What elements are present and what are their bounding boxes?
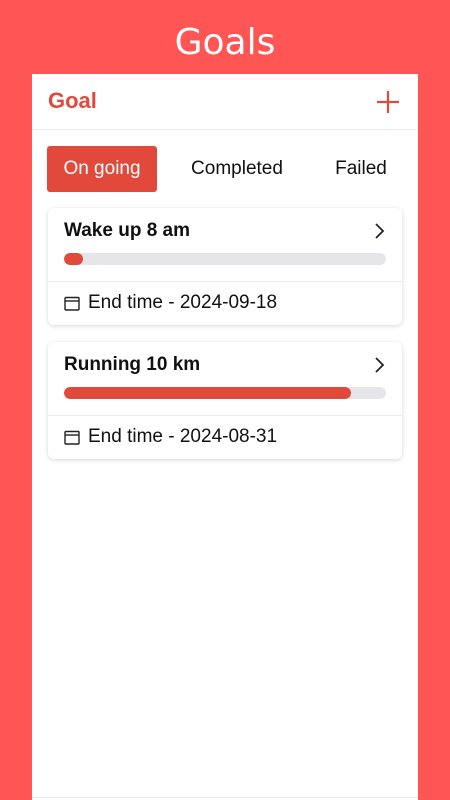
status-tabs: On going Completed Failed (47, 146, 403, 192)
progress-bar (64, 253, 386, 265)
progress-bar (64, 387, 386, 399)
calendar-icon (64, 296, 80, 311)
screen-title: Goals (174, 22, 276, 63)
chevron-right-icon (375, 357, 385, 373)
end-time-row: End time - 2024-09-18 (64, 290, 277, 316)
tab-completed[interactable]: Completed (179, 146, 295, 192)
progress-fill (64, 387, 351, 399)
calendar-icon (64, 430, 80, 445)
end-time-text: End time - 2024-09-18 (88, 292, 278, 313)
plus-icon (377, 91, 399, 113)
chevron-right-icon (375, 223, 385, 239)
goals-panel: Goal On going Completed Failed Wake up 8… (32, 74, 418, 800)
tab-failed[interactable]: Failed (325, 146, 397, 192)
tab-on-going[interactable]: On going (47, 146, 157, 192)
goal-card-running[interactable]: Running 10 km End time - 2024-08-31 (48, 342, 402, 459)
app-header: Goal (32, 74, 418, 130)
end-time-text: End time - 2024-08-31 (88, 426, 278, 447)
card-divider (48, 415, 402, 416)
add-goal-button[interactable] (374, 88, 402, 116)
bottom-divider (32, 797, 418, 798)
goal-name: Running 10 km (64, 354, 201, 375)
progress-fill (64, 253, 84, 265)
header-title: Goal (48, 88, 97, 113)
end-time-row: End time - 2024-08-31 (64, 424, 277, 450)
card-divider (48, 281, 402, 282)
goal-card-wake-up[interactable]: Wake up 8 am End time - 2024-09-18 (48, 208, 402, 325)
goal-name: Wake up 8 am (64, 220, 191, 241)
